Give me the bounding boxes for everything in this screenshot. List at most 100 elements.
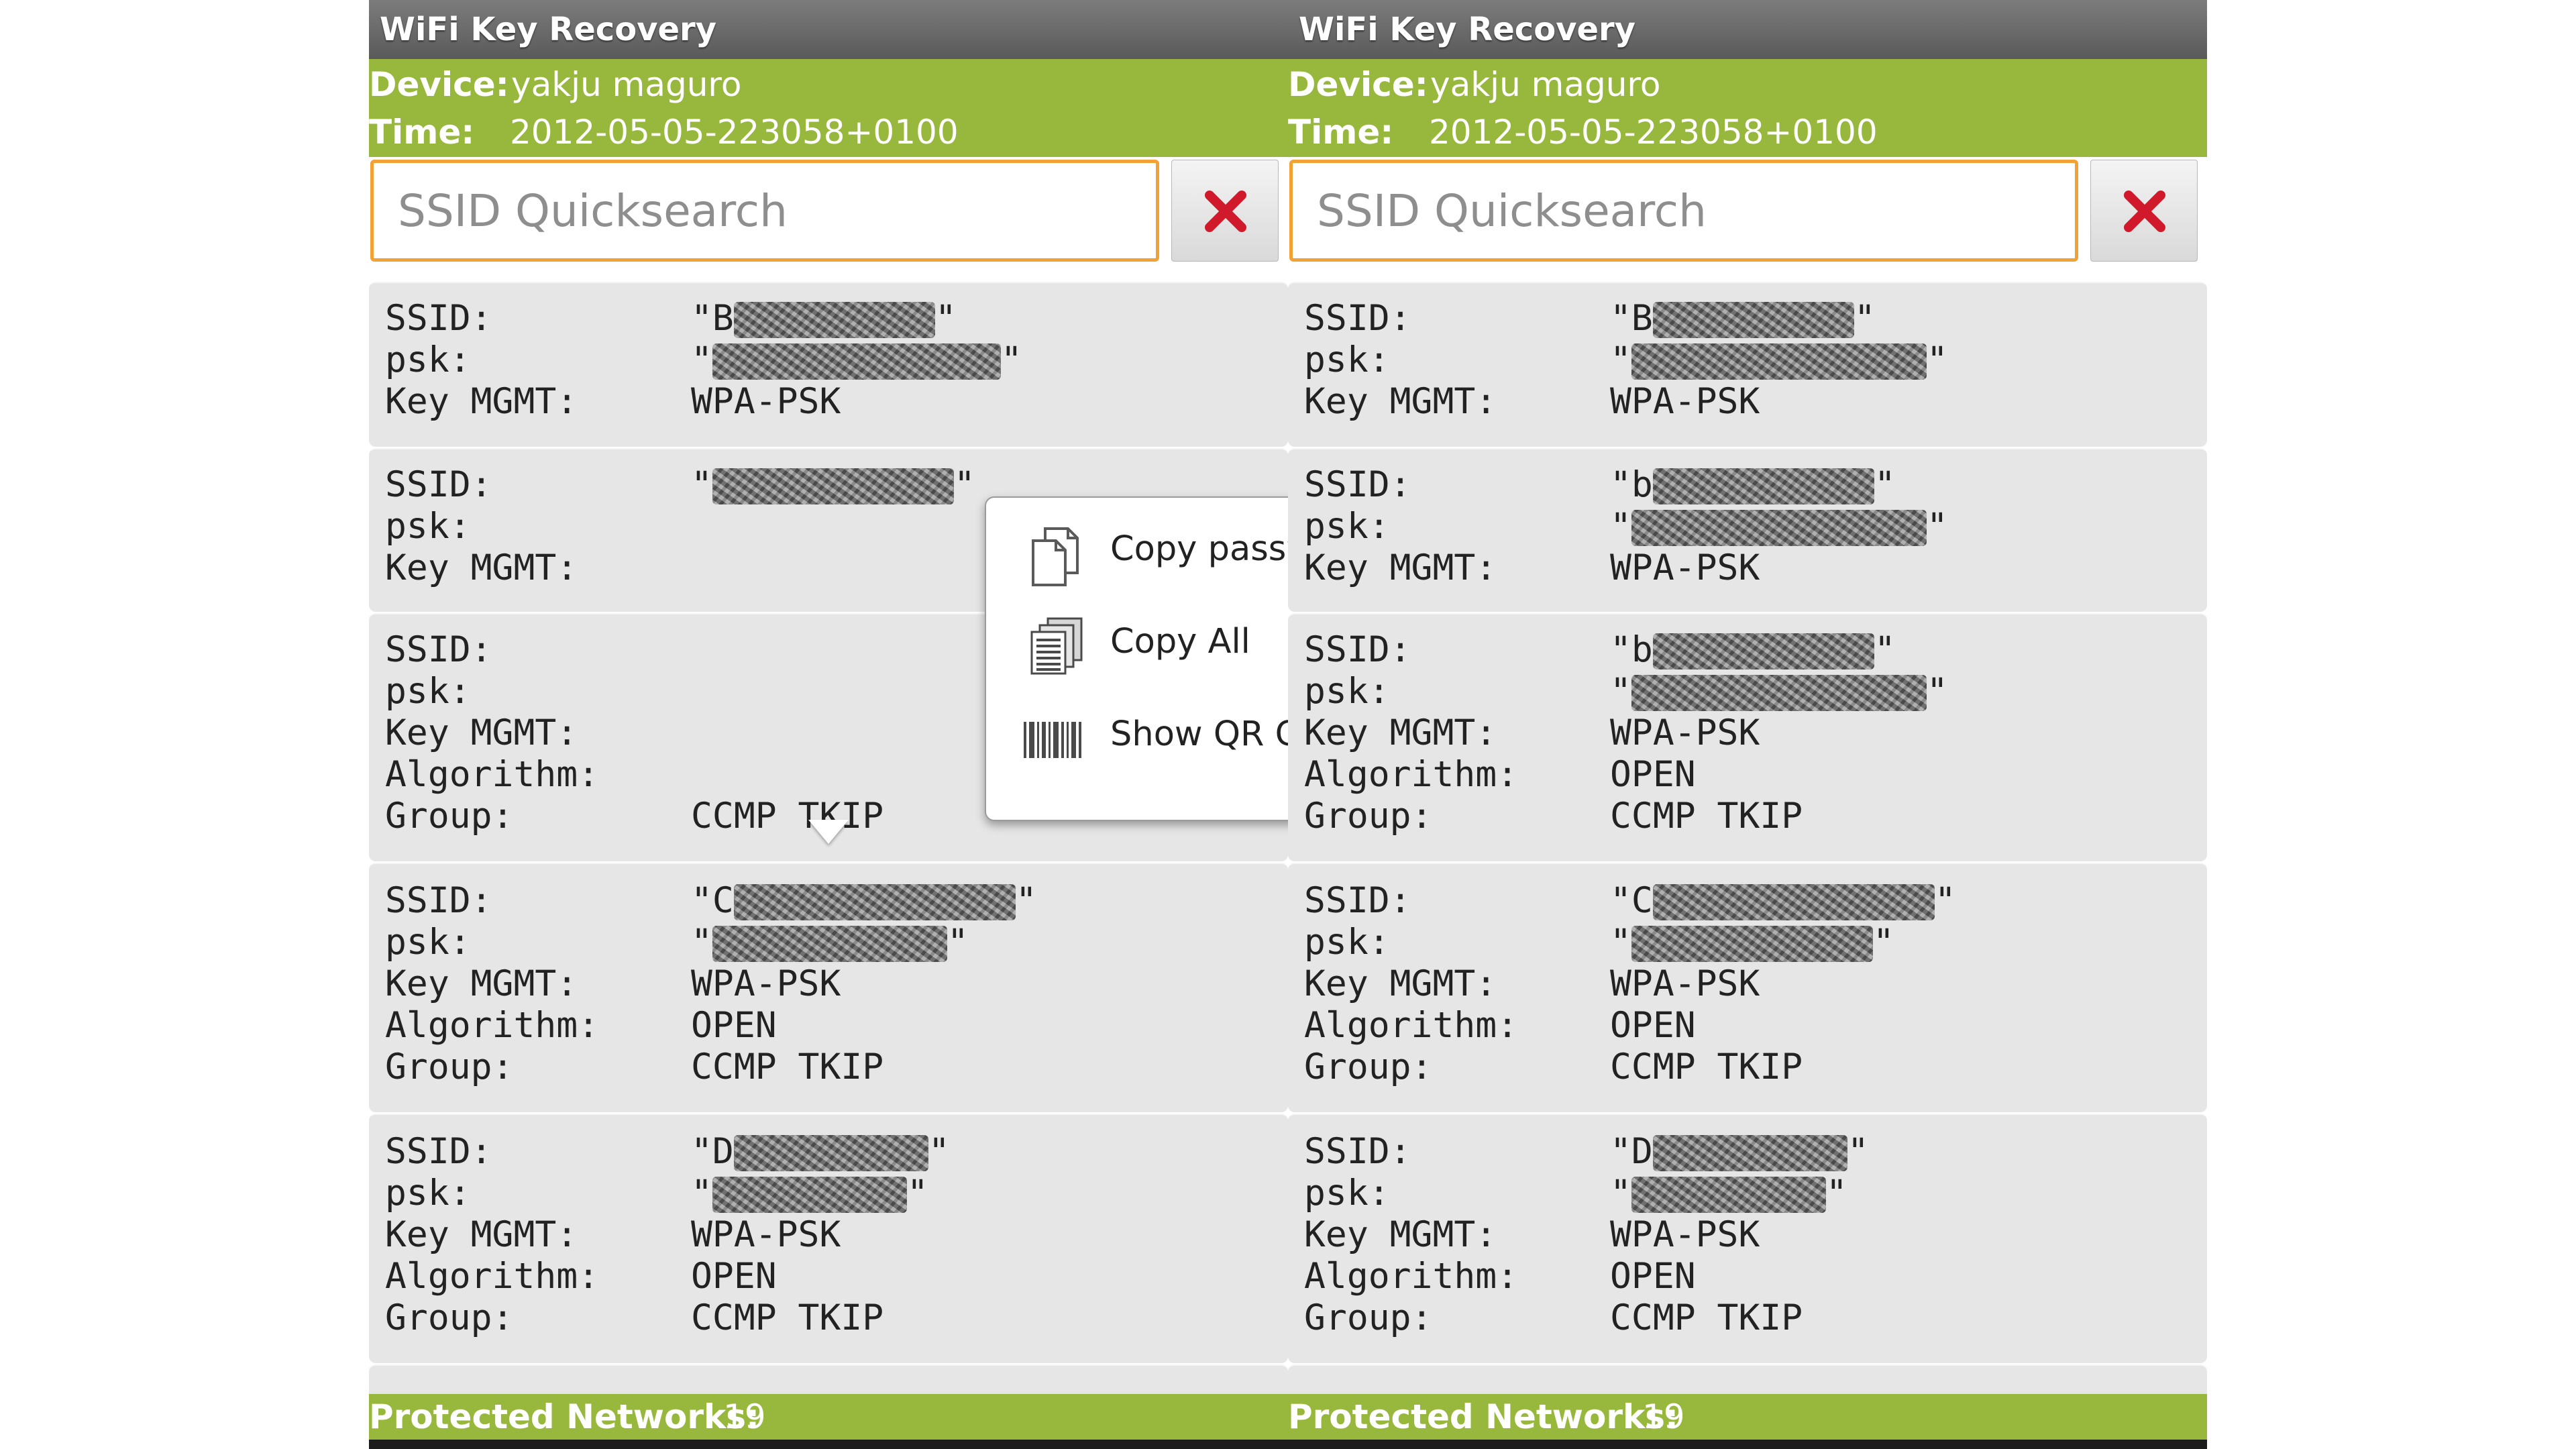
- footer-bar: Protected Networks: 19: [369, 1394, 1288, 1440]
- redacted-ssid: [1652, 633, 1874, 670]
- key-mgmt-value: WPA-PSK: [691, 381, 841, 422]
- psk-label: psk:: [385, 339, 471, 380]
- key-mgmt-value: WPA-PSK: [1610, 963, 1760, 1004]
- time-value: 2012-05-05-223058+0100: [510, 113, 959, 152]
- key-mgmt-label: Key MGMT:: [385, 1214, 578, 1255]
- algorithm-label: Algorithm:: [385, 1256, 600, 1297]
- ssid-search-input[interactable]: [1289, 160, 2078, 262]
- redacted-psk: [1631, 675, 1927, 712]
- menu-item-label: Copy All: [1110, 622, 1250, 661]
- key-mgmt-label: Key MGMT:: [385, 963, 578, 1004]
- network-entry[interactable]: SSID: "D " psk: " " Key MGMT: WPA-PSK Algo…: [369, 1114, 1288, 1363]
- algorithm-value: OPEN: [691, 1256, 777, 1297]
- redacted-ssid: [733, 302, 935, 339]
- algorithm-label: Algorithm:: [385, 754, 600, 795]
- clear-search-button[interactable]: [2090, 160, 2198, 262]
- psk-value: " ": [691, 339, 1022, 380]
- ssid-value: "D ": [1610, 1131, 1869, 1172]
- redacted-psk: [1631, 926, 1873, 963]
- key-mgmt-value: WPA-PSK: [1610, 712, 1760, 753]
- psk-label: psk:: [385, 922, 471, 963]
- key-mgmt-label: Key MGMT:: [1304, 381, 1497, 422]
- footer-bar: Protected Networks: 19: [1288, 1394, 2207, 1440]
- redacted-ssid: [1652, 302, 1854, 339]
- device-value: yakju maguro: [511, 65, 742, 104]
- network-entry[interactable]: SSID: "C " psk: " " Key MGMT: WPA-PSK Algo…: [369, 863, 1288, 1112]
- menu-item-copy-all[interactable]: Copy All: [986, 596, 1288, 688]
- redacted-ssid: [733, 1135, 928, 1172]
- group-label: Group:: [1304, 796, 1433, 837]
- ssid-value: "B ": [691, 298, 957, 339]
- psk-value: " ": [1610, 506, 1948, 547]
- psk-label: psk:: [385, 1173, 471, 1214]
- clear-search-button[interactable]: [1171, 160, 1279, 262]
- key-mgmt-value: WPA-PSK: [691, 963, 841, 1004]
- group-label: Group:: [1304, 1297, 1433, 1338]
- time-label: Time:: [369, 113, 475, 152]
- device-label: Device:: [1288, 65, 1428, 104]
- protected-networks-count: 19: [1642, 1397, 1685, 1436]
- psk-value: " ": [1610, 671, 1948, 712]
- app-title: WiFi Key Recovery: [369, 0, 1288, 59]
- psk-value: " ": [1610, 922, 1894, 963]
- ssid-label: SSID:: [385, 464, 492, 505]
- ssid-label: SSID:: [385, 629, 492, 670]
- menu-item-label: Copy password: [1110, 529, 1288, 569]
- redacted-psk: [1631, 510, 1927, 547]
- ssid-value: "C ": [691, 880, 1037, 921]
- ssid-label: SSID:: [1304, 1131, 1411, 1172]
- search-bar: [369, 157, 1288, 280]
- close-x-icon: [1205, 191, 1246, 232]
- copy-all-icon: [1030, 617, 1083, 675]
- redacted-ssid: [712, 468, 954, 505]
- network-entry[interactable]: SSID: "D " psk: " " Key MGMT: WPA-PSK Algo…: [1288, 1114, 2207, 1363]
- algorithm-value: OPEN: [1610, 1005, 1696, 1046]
- ssid-value: "b ": [1610, 464, 1896, 505]
- search-bar: [1288, 157, 2207, 280]
- menu-item-copy-password[interactable]: Copy password: [986, 503, 1288, 596]
- device-info-bar: Device: yakju maguro Time: 2012-05-05-22…: [1288, 59, 2207, 157]
- key-mgmt-value: WPA-PSK: [1610, 1214, 1760, 1255]
- redacted-ssid: [733, 884, 1016, 921]
- group-value: CCMP TKIP: [691, 1046, 884, 1087]
- psk-value: " ": [691, 1173, 928, 1214]
- network-entry[interactable]: SSID: "b " psk: " " Key MGMT: WPA-PSK Algo…: [1288, 613, 2207, 861]
- algorithm-label: Algorithm:: [1304, 1005, 1519, 1046]
- algorithm-label: Algorithm:: [1304, 754, 1519, 795]
- psk-label: psk:: [385, 671, 471, 712]
- redacted-psk: [712, 1177, 907, 1214]
- ssid-value: "C ": [1610, 880, 1956, 921]
- copy-icon: [1032, 527, 1079, 586]
- algorithm-value: OPEN: [691, 1005, 777, 1046]
- key-mgmt-label: Key MGMT:: [385, 381, 578, 422]
- ssid-value: "D ": [691, 1131, 950, 1172]
- algorithm-value: OPEN: [1610, 754, 1696, 795]
- group-label: Group:: [1304, 1046, 1433, 1087]
- ssid-label: SSID:: [1304, 629, 1411, 670]
- right-screen: WiFi Key Recovery Device: yakju maguro T…: [1288, 0, 2207, 1449]
- network-entry[interactable]: SSID: "C " psk: " " Key MGMT: WPA-PSK Algo…: [1288, 863, 2207, 1112]
- key-mgmt-label: Key MGMT:: [1304, 712, 1497, 753]
- psk-label: psk:: [1304, 339, 1390, 380]
- group-label: Group:: [385, 1046, 514, 1087]
- key-mgmt-label: Key MGMT:: [1304, 547, 1497, 588]
- ssid-value: "B ": [1610, 298, 1876, 339]
- psk-value: " ": [691, 922, 969, 963]
- network-entry[interactable]: SSID: "B " psk: " " Key MGMT: WPA-PSK: [1288, 282, 2207, 447]
- redacted-psk: [1631, 343, 1927, 380]
- key-mgmt-label: Key MGMT:: [1304, 963, 1497, 1004]
- network-entry[interactable]: SSID: "B " psk: " " Key MGMT: WPA-PSK: [369, 282, 1288, 447]
- psk-label: psk:: [1304, 671, 1390, 712]
- ssid-search-input[interactable]: [370, 160, 1159, 262]
- group-label: Group:: [385, 796, 514, 837]
- ssid-label: SSID:: [385, 1131, 492, 1172]
- network-entry[interactable]: SSID: "b " psk: " " Key MGMT: WPA-PSK: [1288, 448, 2207, 612]
- ssid-label: SSID:: [1304, 298, 1411, 339]
- algorithm-label: Algorithm:: [1304, 1256, 1519, 1297]
- bottom-strip: [369, 1440, 1288, 1449]
- bottom-strip: [1288, 1440, 2207, 1449]
- redacted-psk: [712, 343, 1001, 380]
- menu-item-show-qr-code[interactable]: Show QR Code: [986, 688, 1288, 781]
- app-title: WiFi Key Recovery: [1288, 0, 2207, 59]
- ssid-label: SSID:: [385, 298, 492, 339]
